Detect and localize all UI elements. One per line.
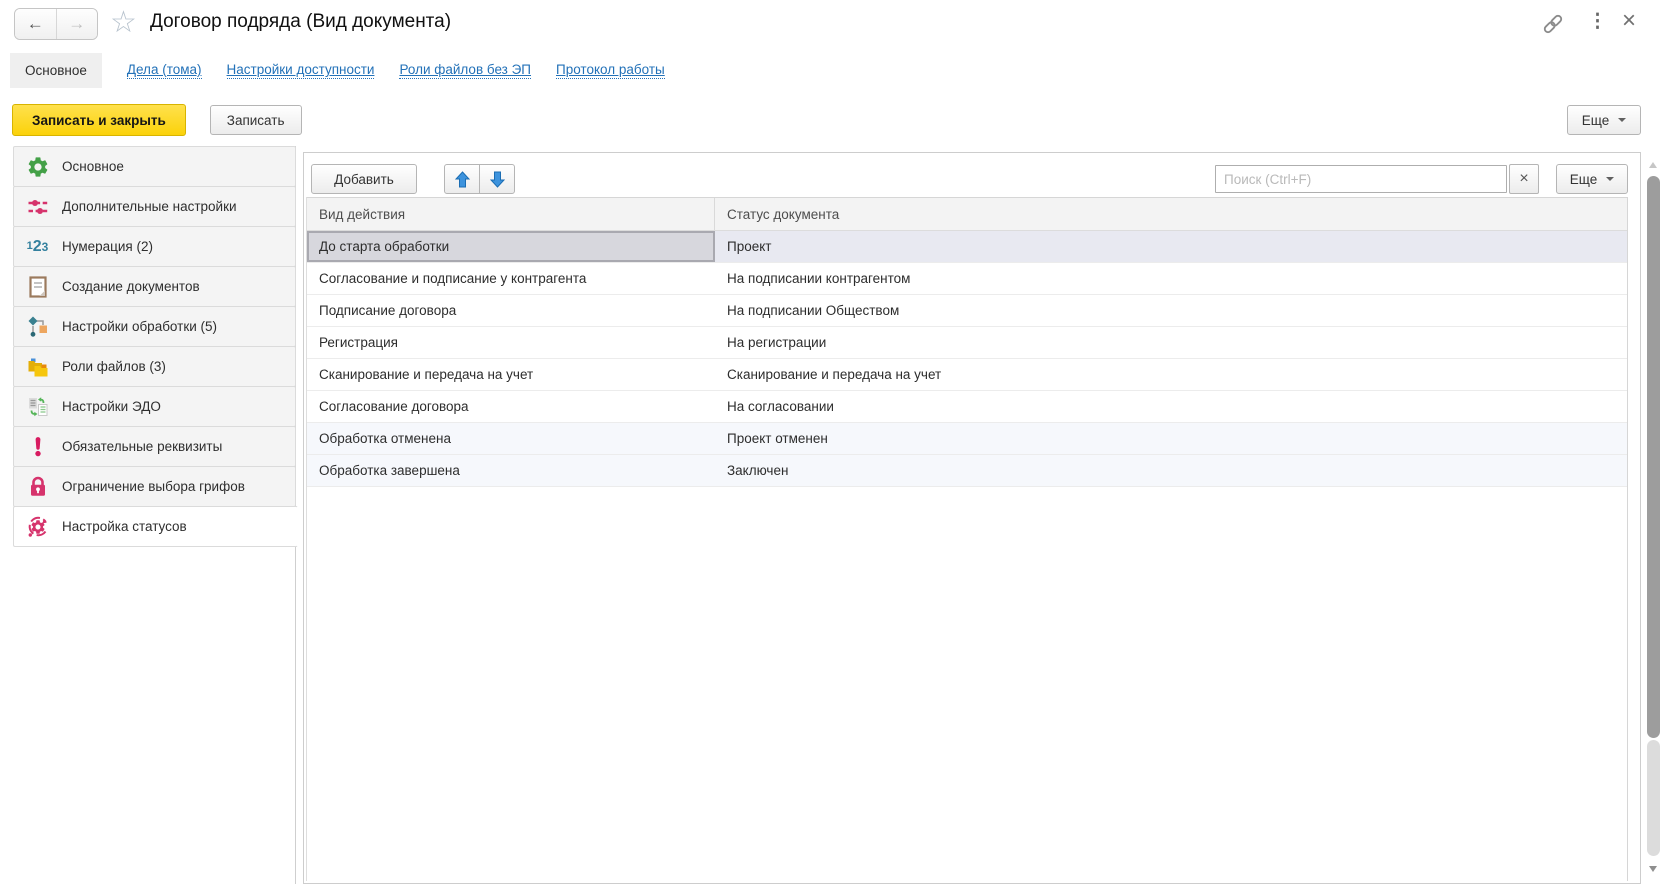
column-header-status[interactable]: Статус документа [715,198,1627,230]
table-row[interactable]: Регистрация На регистрации [307,327,1627,359]
table-row[interactable]: Обработка завершена Заключен [307,455,1627,487]
sidebar-item-label: Роли файлов (3) [62,359,166,374]
table-row[interactable]: Обработка отменена Проект отменен [307,423,1627,455]
arrow-up-icon [455,171,470,188]
sidebar-item-label: Настройка статусов [62,519,187,534]
cell-status[interactable]: На регистрации [715,327,1627,358]
column-header-action[interactable]: Вид действия [307,198,715,230]
more-button-top[interactable]: Еще [1567,105,1641,135]
vertical-scrollbar [1646,158,1661,880]
add-button[interactable]: Добавить [311,164,417,194]
more-button-table[interactable]: Еще [1556,164,1628,194]
sidebar-item-label: Ограничение выбора грифов [62,479,245,494]
folders-icon [24,355,51,379]
cell-action[interactable]: Регистрация [307,327,715,358]
sidebar: Основное Дополнительные настройки 123 Ну… [13,146,296,547]
status-gear-icon [24,515,51,539]
arrow-down-icon [490,171,505,188]
move-buttons-group [444,164,515,194]
more-menu-icon[interactable]: ⋮ [1588,10,1607,33]
sidebar-item-label: Дополнительные настройки [62,199,237,214]
status-table: Вид действия Статус документа До старта … [306,197,1628,881]
cell-status[interactable]: Проект отменен [715,423,1627,454]
cell-action[interactable]: Сканирование и передача на учет [307,359,715,390]
cell-action[interactable]: Согласование и подписание у контрагента [307,263,715,294]
table-row[interactable]: Согласование и подписание у контрагента … [307,263,1627,295]
sidebar-item-status-settings[interactable]: Настройка статусов [13,506,298,547]
scroll-down-icon[interactable] [1649,866,1657,872]
search-input[interactable] [1215,165,1507,193]
sidebar-item-edo-settings[interactable]: Настройки ЭДО [13,386,296,427]
sidebar-item-file-roles[interactable]: Роли файлов (3) [13,346,296,387]
table-row[interactable]: Подписание договора На подписании Общест… [307,295,1627,327]
close-icon[interactable]: × [1622,7,1636,35]
status-settings-panel: Добавить × Еще Вид действия Статус докум… [303,152,1641,884]
cell-action[interactable]: Обработка завершена [307,455,715,486]
tabs-bar: Основное Дела (тома) Настройки доступнос… [10,52,665,89]
sidebar-item-label: Обязательные реквизиты [62,439,222,454]
chevron-down-icon [1618,118,1626,122]
sidebar-item-label: Настройки обработки (5) [62,319,217,334]
table-row[interactable]: Согласование договора На согласовании [307,391,1627,423]
sidebar-item-numbering[interactable]: 123 Нумерация (2) [13,226,296,267]
page-title: Договор подряда (Вид документа) [150,11,451,33]
nav-history-group: ← → [14,8,98,40]
favorite-star-icon[interactable]: ☆ [110,5,137,40]
cell-status[interactable]: На согласовании [715,391,1627,422]
save-and-close-button[interactable]: Записать и закрыть [12,104,186,136]
sidebar-item-document-creation[interactable]: Создание документов [13,266,296,307]
more-button-label: Еще [1582,113,1609,128]
sidebar-item-label: Настройки ЭДО [62,399,161,414]
scrollbar-track[interactable] [1647,740,1660,856]
document-icon [24,275,51,299]
cell-action-selected[interactable]: До старта обработки [307,231,715,262]
search-area: × Еще [1215,164,1628,194]
move-up-button[interactable] [444,164,480,194]
tab-link-work-log[interactable]: Протокол работы [556,62,665,79]
move-down-button[interactable] [479,164,515,194]
more-button-label: Еще [1570,172,1597,187]
search-clear-button[interactable]: × [1509,164,1539,194]
cell-status[interactable]: Заключен [715,455,1627,486]
tab-link-access-settings[interactable]: Настройки доступности [227,62,375,79]
sliders-icon [24,195,51,219]
sidebar-item-additional-settings[interactable]: Дополнительные настройки [13,186,296,227]
sidebar-item-main[interactable]: Основное [13,146,296,187]
table-header: Вид действия Статус документа [307,197,1627,231]
gear-green-icon [24,155,51,179]
save-button[interactable]: Записать [210,105,302,135]
sidebar-item-processing-settings[interactable]: Настройки обработки (5) [13,306,296,347]
chevron-down-icon [1606,177,1614,181]
cell-status[interactable]: На подписании контрагентом [715,263,1627,294]
forward-button[interactable]: → [56,9,98,39]
numbers-123-icon: 123 [24,239,51,255]
sidebar-item-required-attributes[interactable]: Обязательные реквизиты [13,426,296,467]
sidebar-item-stamp-restriction[interactable]: Ограничение выбора грифов [13,466,296,507]
flowchart-icon [24,315,51,339]
tab-main[interactable]: Основное [10,53,102,88]
cell-action[interactable]: Обработка отменена [307,423,715,454]
lock-icon [24,475,51,499]
scroll-up-icon[interactable] [1649,162,1657,168]
cell-action[interactable]: Подписание договора [307,295,715,326]
sidebar-item-label: Нумерация (2) [62,239,153,254]
tab-link-file-roles[interactable]: Роли файлов без ЭП [399,62,531,79]
edo-exchange-icon [24,395,51,419]
back-button[interactable]: ← [15,9,56,39]
command-bar: Записать и закрыть Записать [12,104,302,136]
cell-action[interactable]: Согласование договора [307,391,715,422]
exclamation-icon [24,435,51,459]
sidebar-item-label: Основное [62,159,124,174]
table-row[interactable]: Сканирование и передача на учет Сканиров… [307,359,1627,391]
cell-status[interactable]: Проект [715,231,1627,262]
tab-link-cases[interactable]: Дела (тома) [127,62,202,79]
sidebar-item-label: Создание документов [62,279,200,294]
get-link-icon[interactable] [1540,11,1566,42]
table-row[interactable]: До старта обработки Проект [307,231,1627,263]
cell-status[interactable]: Сканирование и передача на учет [715,359,1627,390]
scrollbar-thumb[interactable] [1647,176,1660,738]
cell-status[interactable]: На подписании Обществом [715,295,1627,326]
